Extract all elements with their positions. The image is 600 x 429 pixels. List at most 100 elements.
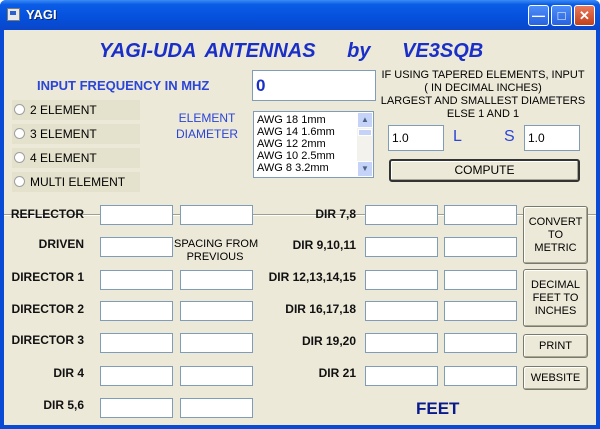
banner-part-2: by: [347, 40, 371, 62]
dir-4-length-output[interactable]: [100, 366, 173, 386]
diameter-label-line-2: DIAMETER: [175, 127, 238, 141]
radio-circle-icon: [14, 128, 25, 139]
list-item[interactable]: AWG 10 2.5mm: [257, 150, 335, 162]
row-label-dir-19-20: DIR 19,20: [301, 334, 356, 348]
decimal-line-1: DECIMAL: [531, 278, 580, 291]
dir-7-8-length-output[interactable]: [365, 205, 438, 225]
banner-title: YAGI-UDA ANTENNAS by VE3SQB: [99, 40, 483, 63]
tapered-line-3: LARGEST AND SMALLEST DIAMETERS: [380, 95, 586, 107]
row-label-director-1: DIRECTOR 1: [11, 270, 84, 284]
close-icon: ✕: [579, 8, 590, 23]
radio-multi-element[interactable]: MULTI ELEMENT: [12, 172, 140, 192]
spacing-label: SPACING FROM PREVIOUS: [174, 238, 259, 264]
dir-16-18-length-output[interactable]: [365, 301, 438, 321]
radio-label: 3 ELEMENT: [30, 127, 97, 141]
dir-19-20-spacing-output[interactable]: [444, 333, 517, 353]
dir-7-8-spacing-output[interactable]: [444, 205, 517, 225]
dir-5-6-length-output[interactable]: [100, 398, 173, 418]
dir-16-18-spacing-output[interactable]: [444, 301, 517, 321]
convert-line-3: METRIC: [534, 241, 577, 254]
website-button[interactable]: WEBSITE: [523, 366, 588, 390]
decimal-line-3: INCHES: [534, 304, 577, 317]
row-label-dir-7-8: DIR 7,8: [315, 207, 356, 221]
minimize-button[interactable]: —: [528, 5, 549, 26]
small-label: S: [504, 128, 515, 145]
maximize-button[interactable]: □: [551, 5, 572, 26]
tapered-line-1: IF USING TAPERED ELEMENTS, INPUT: [381, 69, 585, 81]
convert-to-metric-button[interactable]: CONVERT TO METRIC: [523, 206, 588, 264]
list-scrollbar[interactable]: ▲ ▼: [357, 112, 373, 177]
large-diameter-input[interactable]: 1.0: [388, 125, 444, 151]
app-icon[interactable]: [7, 8, 20, 21]
print-button[interactable]: PRINT: [523, 334, 588, 358]
list-item[interactable]: AWG 8 3.2mm: [257, 162, 329, 174]
radio-label: MULTI ELEMENT: [30, 175, 126, 189]
diameter-label-line-1: ELEMENT: [178, 111, 236, 125]
banner-part-3: VE3SQB: [402, 40, 484, 62]
dir-12-15-length-output[interactable]: [365, 270, 438, 290]
large-label: L: [453, 128, 462, 145]
radio-label: 4 ELEMENT: [30, 151, 97, 165]
row-label-driven: DRIVEN: [38, 237, 84, 251]
list-item[interactable]: AWG 18 1mm: [257, 114, 326, 126]
minimize-icon: —: [532, 8, 545, 23]
maximize-icon: □: [557, 8, 566, 23]
title-bar[interactable]: YAGI — □ ✕: [0, 0, 600, 30]
row-label-dir-4: DIR 4: [53, 366, 84, 380]
radio-circle-icon: [14, 104, 25, 115]
app-window: YAGI — □ ✕ YAGI-UDA ANTENNAS by VE3SQB I…: [0, 0, 600, 429]
dir-9-11-spacing-output[interactable]: [444, 237, 517, 257]
small-diameter-input[interactable]: 1.0: [524, 125, 580, 151]
row-label-dir-12-15: DIR 12,13,14,15: [268, 270, 356, 284]
dir-9-11-length-output[interactable]: [365, 237, 438, 257]
driven-length-output[interactable]: [100, 237, 173, 257]
decimal-line-2: FEET TO: [532, 291, 579, 304]
row-label-reflector: REFLECTOR: [10, 207, 84, 221]
spacing-label-line-1: SPACING FROM: [174, 238, 259, 250]
row-label-dir-16-18: DIR 16,17,18: [285, 302, 356, 316]
radio-2-element[interactable]: 2 ELEMENT: [12, 100, 140, 120]
dir-5-6-spacing-output[interactable]: [180, 398, 253, 418]
tapered-instructions: IF USING TAPERED ELEMENTS, INPUT ( IN DE…: [378, 69, 588, 121]
director-2-length-output[interactable]: [100, 301, 173, 321]
dir-19-20-length-output[interactable]: [365, 333, 438, 353]
dir-21-length-output[interactable]: [365, 366, 438, 386]
radio-circle-icon: [14, 176, 25, 187]
director-1-spacing-output[interactable]: [180, 270, 253, 290]
radio-3-element[interactable]: 3 ELEMENT: [12, 124, 140, 144]
form-client-area: YAGI-UDA ANTENNAS by VE3SQB INPUT FREQUE…: [4, 30, 596, 425]
diameter-label: ELEMENT DIAMETER: [172, 110, 242, 142]
director-1-length-output[interactable]: [100, 270, 173, 290]
scroll-down-icon[interactable]: ▼: [357, 161, 373, 177]
tapered-line-2: ( IN DECIMAL INCHES): [424, 82, 542, 94]
reflector-spacing-output[interactable]: [180, 205, 253, 225]
banner-part-1: YAGI-UDA ANTENNAS: [99, 40, 316, 62]
convert-line-2: TO: [547, 228, 564, 241]
scroll-thumb[interactable]: [358, 129, 372, 136]
dir-4-spacing-output[interactable]: [180, 366, 253, 386]
reflector-length-output[interactable]: [100, 205, 173, 225]
radio-label: 2 ELEMENT: [30, 103, 97, 117]
radio-circle-icon: [14, 152, 25, 163]
row-label-dir-9-11: DIR 9,10,11: [292, 238, 356, 252]
scroll-up-icon[interactable]: ▲: [357, 112, 373, 128]
director-2-spacing-output[interactable]: [180, 301, 253, 321]
row-label-director-2: DIRECTOR 2: [11, 302, 84, 316]
row-label-dir-21: DIR 21: [318, 366, 356, 380]
close-button[interactable]: ✕: [574, 5, 595, 26]
list-item[interactable]: AWG 12 2mm: [257, 138, 326, 150]
dir-12-15-spacing-output[interactable]: [444, 270, 517, 290]
director-3-spacing-output[interactable]: [180, 333, 253, 353]
frequency-input[interactable]: 0: [252, 70, 376, 101]
convert-line-1: CONVERT: [528, 215, 583, 228]
window-title: YAGI: [26, 7, 57, 22]
diameter-listbox[interactable]: AWG 18 1mm AWG 14 1.6mm AWG 12 2mm AWG 1…: [253, 111, 374, 178]
radio-4-element[interactable]: 4 ELEMENT: [12, 148, 140, 168]
decimal-feet-to-inches-button[interactable]: DECIMAL FEET TO INCHES: [523, 269, 588, 327]
units-label: FEET: [416, 399, 460, 418]
dir-21-spacing-output[interactable]: [444, 366, 517, 386]
director-3-length-output[interactable]: [100, 333, 173, 353]
spacing-label-line-2: PREVIOUS: [186, 251, 244, 263]
list-item[interactable]: AWG 14 1.6mm: [257, 126, 335, 138]
compute-button[interactable]: COMPUTE: [389, 159, 580, 182]
